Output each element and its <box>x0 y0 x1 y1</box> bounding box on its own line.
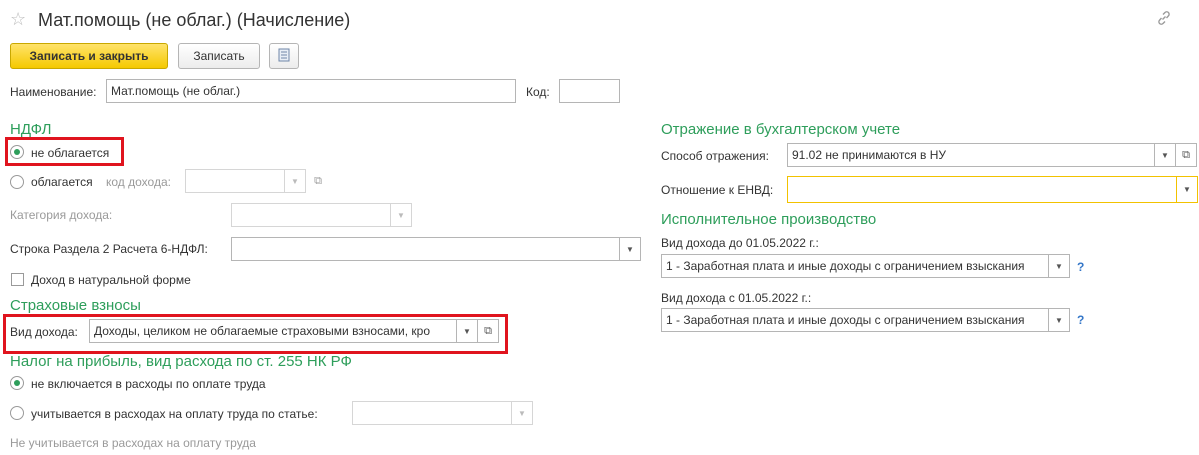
line-6ndfl-dropdown[interactable]: ▼ <box>619 237 641 261</box>
income-before-label: Вид дохода до 01.05.2022 г.: <box>661 236 819 250</box>
code-label: Код: <box>526 85 550 99</box>
name-input[interactable]: Мат.помощь (не облаг.) <box>106 79 516 103</box>
enforcement-group-title: Исполнительное производство <box>661 211 877 228</box>
income-category-input <box>231 203 391 227</box>
list-icon <box>278 48 290 65</box>
ndfl-not-taxed-radio[interactable] <box>10 145 24 159</box>
profit-article-dropdown: ▼ <box>511 401 533 425</box>
income-after-help-icon[interactable]: ? <box>1077 313 1084 327</box>
insurance-income-type-value: Доходы, целиком не облагаемые страховыми… <box>94 324 430 338</box>
income-after-input[interactable]: 1 - Заработная плата и иные доходы с огр… <box>661 308 1049 332</box>
accounting-method-input[interactable]: 91.02 не принимаются в НУ <box>787 143 1155 167</box>
page-title: Мат.помощь (не облаг.) (Начисление) <box>38 10 351 30</box>
profit-tax-group-title: Налог на прибыль, вид расхода по ст. 255… <box>10 353 352 370</box>
insurance-income-type-dropdown[interactable]: ▼ <box>456 319 478 343</box>
in-kind-checkbox[interactable] <box>11 273 24 286</box>
name-label: Наименование: <box>10 85 97 99</box>
income-after-label: Вид дохода с 01.05.2022 г.: <box>661 291 812 305</box>
ndfl-group-title: НДФЛ <box>10 121 52 138</box>
income-code-input <box>185 169 285 193</box>
income-after-value: 1 - Заработная плата и иные доходы с огр… <box>666 313 1025 327</box>
profit-included-label[interactable]: учитывается в расходах на оплату труда п… <box>31 407 318 421</box>
accounting-method-open-icon[interactable]: ⧉ <box>1175 143 1197 167</box>
ndfl-taxed-label[interactable]: облагается <box>31 175 93 189</box>
insurance-income-type-label: Вид дохода: <box>10 325 78 339</box>
accounting-method-label: Способ отражения: <box>661 149 769 163</box>
in-kind-label[interactable]: Доход в натуральной форме <box>31 273 191 287</box>
ndfl-taxed-radio[interactable] <box>10 175 24 189</box>
income-before-input[interactable]: 1 - Заработная плата и иные доходы с огр… <box>661 254 1049 278</box>
income-before-value: 1 - Заработная плата и иные доходы с огр… <box>666 259 1025 273</box>
accounting-method-value: 91.02 не принимаются в НУ <box>792 148 947 162</box>
accounting-group-title: Отражение в бухгалтерском учете <box>661 121 901 138</box>
profit-not-included-label[interactable]: не включается в расходы по оплате труда <box>31 377 266 391</box>
line-6ndfl-input[interactable] <box>231 237 620 261</box>
save-button[interactable]: Записать <box>178 43 260 69</box>
income-category-dropdown: ▼ <box>390 203 412 227</box>
insurance-income-type-open-icon[interactable]: ⧉ <box>477 319 499 343</box>
ndfl-not-taxed-label[interactable]: не облагается <box>31 146 109 160</box>
profit-article-input <box>352 401 512 425</box>
save-and-close-button[interactable]: Записать и закрыть <box>10 43 168 69</box>
income-code-open-icon: ⧉ <box>314 174 322 187</box>
envd-label: Отношение к ЕНВД: <box>661 183 774 197</box>
envd-input[interactable] <box>787 176 1177 203</box>
profit-note: Не учитывается в расходах на оплату труд… <box>10 436 256 450</box>
envd-dropdown[interactable]: ▼ <box>1176 176 1198 203</box>
profit-included-radio[interactable] <box>10 406 24 420</box>
favorite-star-icon[interactable]: ☆ <box>10 9 26 30</box>
accounting-method-dropdown[interactable]: ▼ <box>1154 143 1176 167</box>
insurance-income-type-input[interactable]: Доходы, целиком не облагаемые страховыми… <box>89 319 457 343</box>
link-icon[interactable] <box>1156 10 1172 26</box>
income-category-label: Категория дохода: <box>10 208 113 222</box>
income-code-dropdown: ▼ <box>284 169 306 193</box>
income-after-dropdown[interactable]: ▼ <box>1048 308 1070 332</box>
code-input[interactable] <box>559 79 620 103</box>
insurance-group-title: Страховые взносы <box>10 297 141 314</box>
income-before-help-icon[interactable]: ? <box>1077 260 1084 274</box>
line-6ndfl-label: Строка Раздела 2 Расчета 6-НДФЛ: <box>10 242 208 256</box>
profit-not-included-radio[interactable] <box>10 376 24 390</box>
income-code-label: код дохода: <box>106 175 171 189</box>
income-before-dropdown[interactable]: ▼ <box>1048 254 1070 278</box>
more-actions-button[interactable] <box>269 43 299 69</box>
